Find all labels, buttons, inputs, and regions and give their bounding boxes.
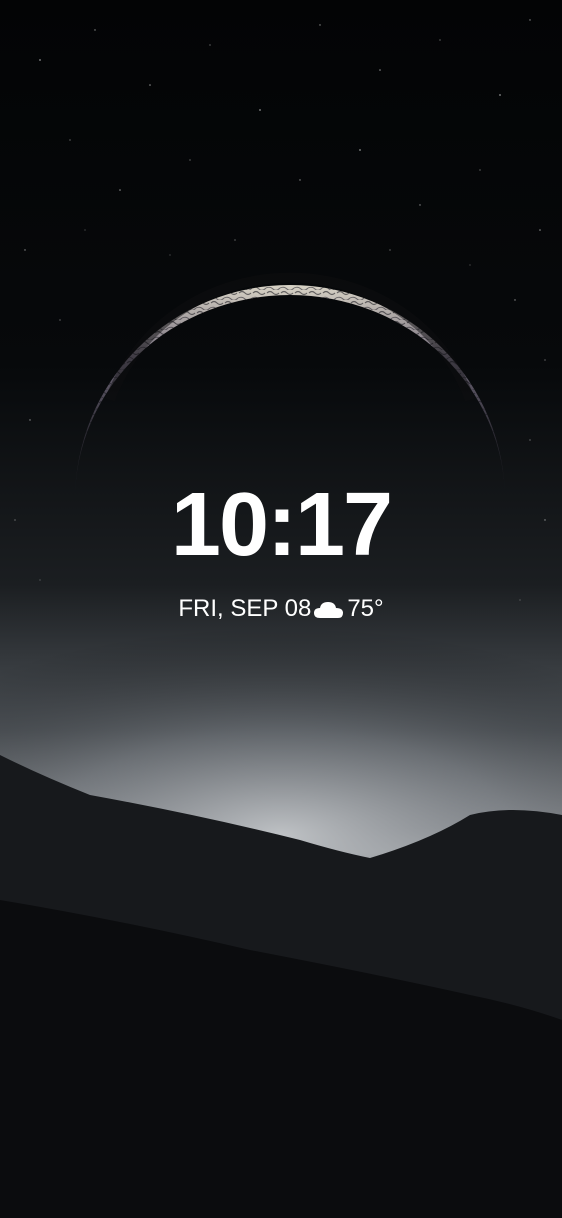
date-text: FRI, SEP 08 (178, 595, 312, 622)
lock-screen[interactable]: 10:17 FRI, SEP 08 75° (0, 0, 562, 1218)
cloud-icon (314, 602, 344, 618)
clock-time: 10:17 (170, 475, 393, 575)
date-weather-row[interactable]: FRI, SEP 08 75° (0, 592, 562, 626)
temperature-text: 75° (347, 595, 384, 622)
moon (75, 272, 505, 500)
